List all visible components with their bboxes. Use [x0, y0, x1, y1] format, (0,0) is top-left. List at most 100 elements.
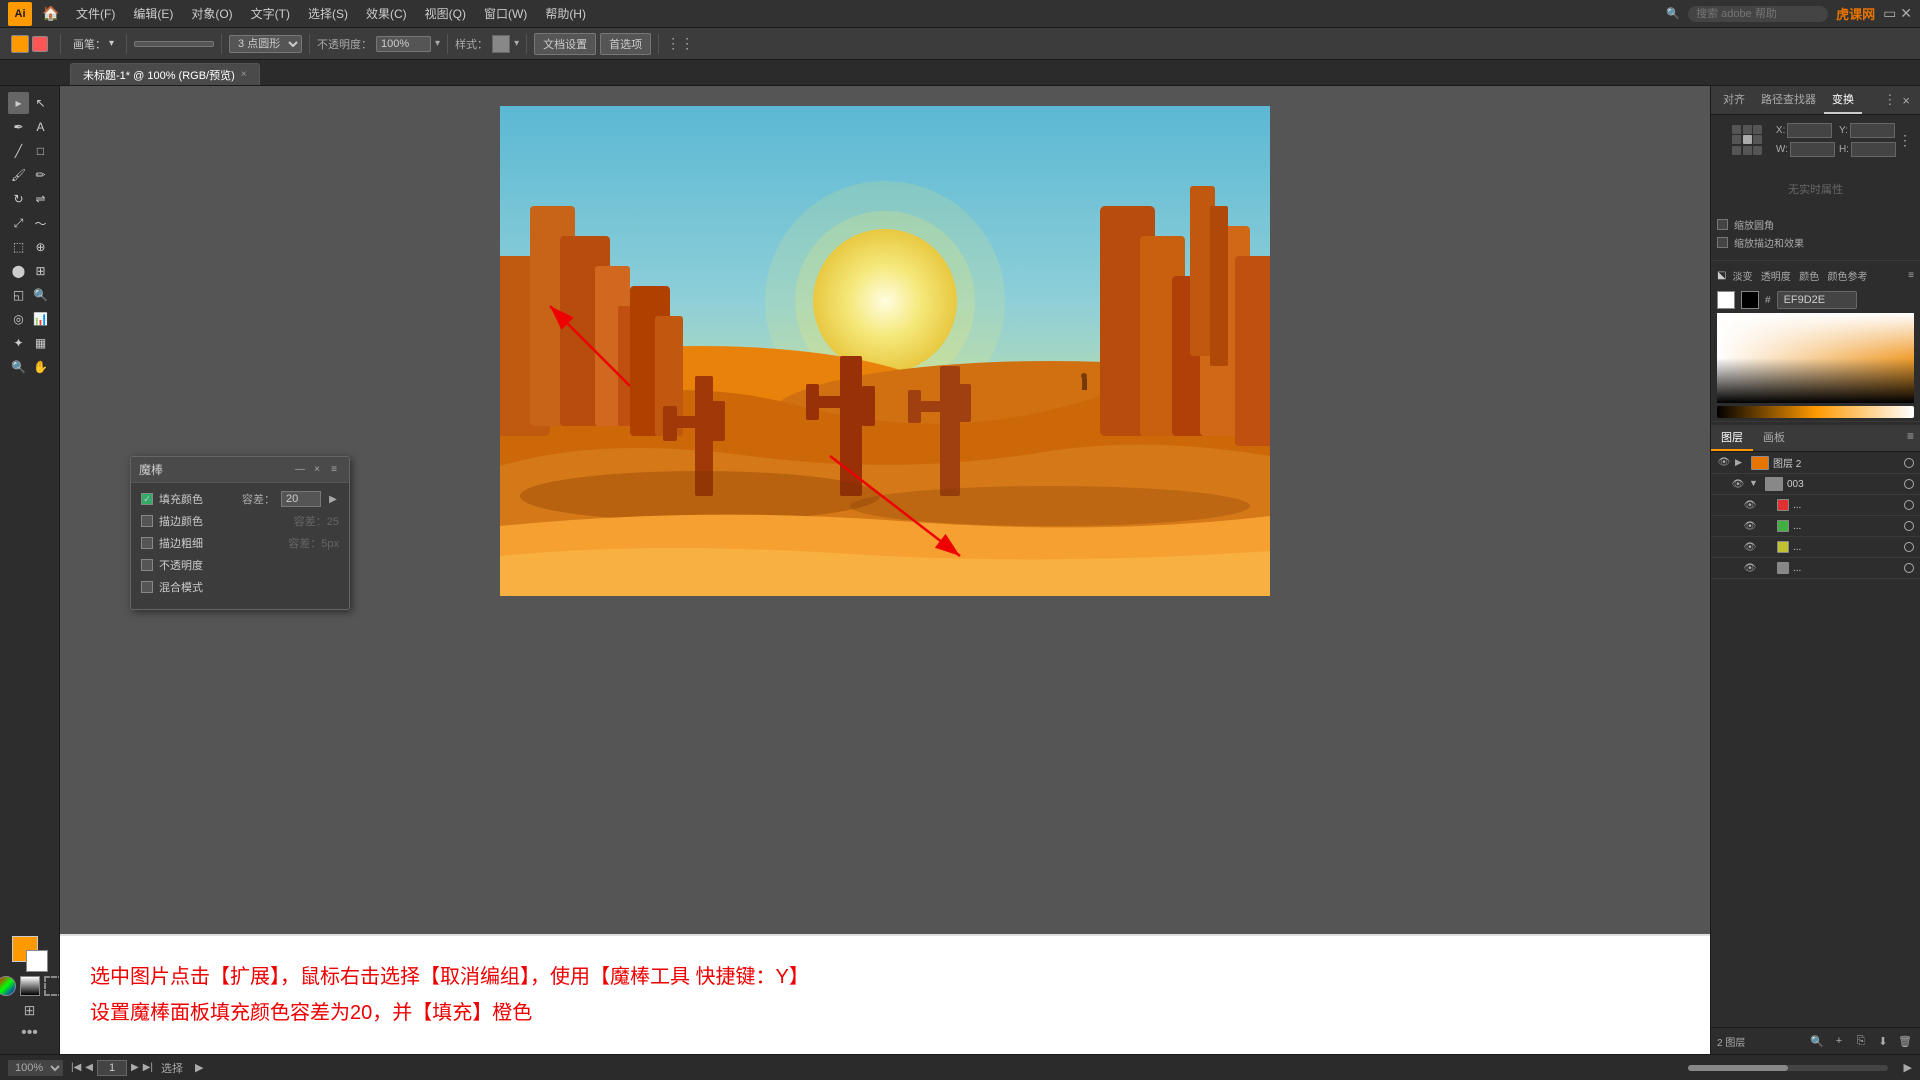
menu-object[interactable]: 对象(O) — [183, 3, 240, 24]
warp-tool[interactable]: 〜 — [30, 212, 51, 234]
magic-panel-close[interactable]: × — [310, 463, 324, 477]
magic-tolerance-arrow[interactable]: ▶ — [327, 493, 339, 505]
chart-tool[interactable]: 📊 — [30, 308, 51, 330]
anchor-tr[interactable] — [1753, 125, 1762, 134]
panel-close-icon[interactable]: × — [1902, 93, 1910, 108]
layer-green-eye[interactable]: 👁 — [1743, 519, 1757, 533]
anchor-bl[interactable] — [1732, 146, 1741, 155]
background-color[interactable] — [26, 950, 48, 972]
home-icon[interactable]: 🏠 — [40, 3, 62, 25]
brush-tool[interactable]: 🖌 — [8, 164, 29, 186]
layer-row-green[interactable]: 👁 ... — [1711, 516, 1920, 537]
shape-builder-tool[interactable]: ⊕ — [30, 236, 51, 258]
paint-bucket-tool[interactable]: ⬤ — [8, 260, 29, 282]
menu-edit[interactable]: 编辑(E) — [125, 3, 181, 24]
menu-text[interactable]: 文字(T) — [243, 3, 298, 24]
layer-003-eye-icon[interactable]: 👁 — [1731, 477, 1745, 491]
magic-panel-title[interactable]: 魔棒 — × ≡ — [131, 457, 349, 483]
direct-select-tool[interactable]: ↖ — [30, 92, 51, 114]
layer-003-circle[interactable] — [1904, 479, 1914, 489]
none-mode-btn[interactable] — [44, 976, 61, 996]
magic-fill-color-checkbox[interactable]: ✓ — [141, 493, 153, 505]
color-panel-menu[interactable]: ≡ — [1908, 270, 1914, 281]
preferences-btn[interactable]: 首选项 — [600, 33, 651, 55]
menu-view[interactable]: 视图(Q) — [417, 3, 474, 24]
anchor-br[interactable] — [1753, 146, 1762, 155]
artboard[interactable] — [500, 106, 1270, 596]
brush-option[interactable]: 画笔： ▾ — [68, 34, 119, 54]
magic-panel-minimize[interactable]: — — [293, 463, 307, 477]
play-btn[interactable]: ▶ — [195, 1061, 203, 1074]
align-tab[interactable]: 对齐 — [1715, 86, 1753, 114]
anchor-ml[interactable] — [1732, 135, 1741, 144]
x-input[interactable] — [1787, 123, 1832, 138]
magic-tolerance-input[interactable] — [281, 491, 321, 507]
color-mode-btn[interactable] — [0, 976, 16, 996]
line-tool[interactable]: ╱ — [8, 140, 29, 162]
pathfinder-tab[interactable]: 路径查找器 — [1753, 86, 1824, 114]
layer-003-expand-icon[interactable]: ▼ — [1749, 478, 1761, 490]
hex-color-input[interactable] — [1777, 291, 1857, 309]
mesh-tool[interactable]: ⊞ — [30, 260, 51, 282]
layer2-expand-icon[interactable]: ▶ — [1735, 457, 1747, 469]
panel-dock-icon[interactable]: ⋮ — [1883, 92, 1896, 108]
magic-opacity-checkbox[interactable] — [141, 559, 153, 571]
scale-stroke-checkbox[interactable] — [1717, 237, 1728, 248]
layer-select-btn[interactable]: ⊞ — [20, 1000, 40, 1020]
layer-row-yellow[interactable]: 👁 ... — [1711, 537, 1920, 558]
layer-yellow-eye[interactable]: 👁 — [1743, 540, 1757, 554]
transform-tab[interactable]: 变换 — [1824, 86, 1862, 114]
color-picker-area[interactable] — [1717, 313, 1914, 403]
layer-row-red[interactable]: 👁 ... — [1711, 495, 1920, 516]
gradient-mode-btn[interactable] — [20, 976, 40, 996]
magic-stroke-color-checkbox[interactable] — [141, 515, 153, 527]
hand-tool[interactable]: ✋ — [30, 356, 51, 378]
reflect-tool[interactable]: ⇌ — [30, 188, 51, 210]
layers-add-btn[interactable]: + — [1830, 1032, 1848, 1050]
opacity-arrow[interactable]: ▾ — [435, 38, 440, 49]
eyedropper-tool[interactable]: 🔍 — [30, 284, 51, 306]
menu-select[interactable]: 选择(S) — [300, 3, 356, 24]
layers-copy-btn[interactable]: ⎘ — [1852, 1032, 1870, 1050]
style-arrow[interactable]: ▾ — [514, 38, 519, 49]
point-shape-select[interactable]: 3 点圆形 — [229, 35, 302, 53]
h-input[interactable] — [1851, 142, 1896, 157]
anchor-tc[interactable] — [1743, 125, 1752, 134]
layer-row-layer2[interactable]: 👁 ▶ 图层 2 — [1711, 452, 1920, 474]
transform-anchor-grid[interactable] — [1732, 125, 1762, 155]
zoom-select[interactable]: 100% — [8, 1060, 63, 1076]
symbol-tool[interactable]: ✦ — [8, 332, 29, 354]
anchor-tl[interactable] — [1732, 125, 1741, 134]
window-controls[interactable]: ▭ ✕ — [1883, 5, 1912, 22]
pen-tool[interactable]: ✒ — [8, 116, 29, 138]
rect-tool[interactable]: □ — [30, 140, 51, 162]
first-page-btn[interactable]: |◀ — [71, 1062, 81, 1073]
arrange-icon[interactable]: ⋮⋮ — [666, 35, 694, 52]
anchor-mr[interactable] — [1753, 135, 1762, 144]
layer-green-circle[interactable] — [1904, 521, 1914, 531]
tab-close-btn[interactable]: × — [241, 69, 247, 80]
layer-red-circle[interactable] — [1904, 500, 1914, 510]
layers-merge-btn[interactable]: ⬇ — [1874, 1032, 1892, 1050]
type-tool[interactable]: A — [30, 116, 51, 138]
layer-gray-eye[interactable]: 👁 — [1743, 561, 1757, 575]
black-swatch[interactable] — [1741, 291, 1759, 309]
menu-window[interactable]: 窗口(W) — [476, 3, 535, 24]
panel-options-icon[interactable]: ⋮ — [1898, 132, 1912, 149]
layer-row-003[interactable]: 👁 ▼ 003 — [1711, 474, 1920, 495]
last-page-btn[interactable]: ▶| — [143, 1062, 153, 1073]
selection-tool[interactable]: ▸ — [8, 92, 29, 114]
page-input[interactable] — [97, 1060, 127, 1076]
menu-help[interactable]: 帮助(H) — [537, 3, 594, 24]
more-tools-btn[interactable]: ••• — [21, 1024, 38, 1042]
fg-bg-colors[interactable] — [12, 936, 48, 972]
magic-panel-menu[interactable]: ≡ — [327, 463, 341, 477]
rotate-tool[interactable]: ↻ — [8, 188, 29, 210]
layer-row-gray[interactable]: 👁 ... — [1711, 558, 1920, 579]
opacity-input[interactable] — [376, 36, 431, 52]
doc-settings-btn[interactable]: 文档设置 — [534, 33, 596, 55]
menu-effect[interactable]: 效果(C) — [358, 3, 415, 24]
pencil-tool[interactable]: ✏ — [30, 164, 51, 186]
layer2-eye-icon[interactable]: 👁 — [1717, 456, 1731, 470]
scale-corners-checkbox[interactable] — [1717, 219, 1728, 230]
